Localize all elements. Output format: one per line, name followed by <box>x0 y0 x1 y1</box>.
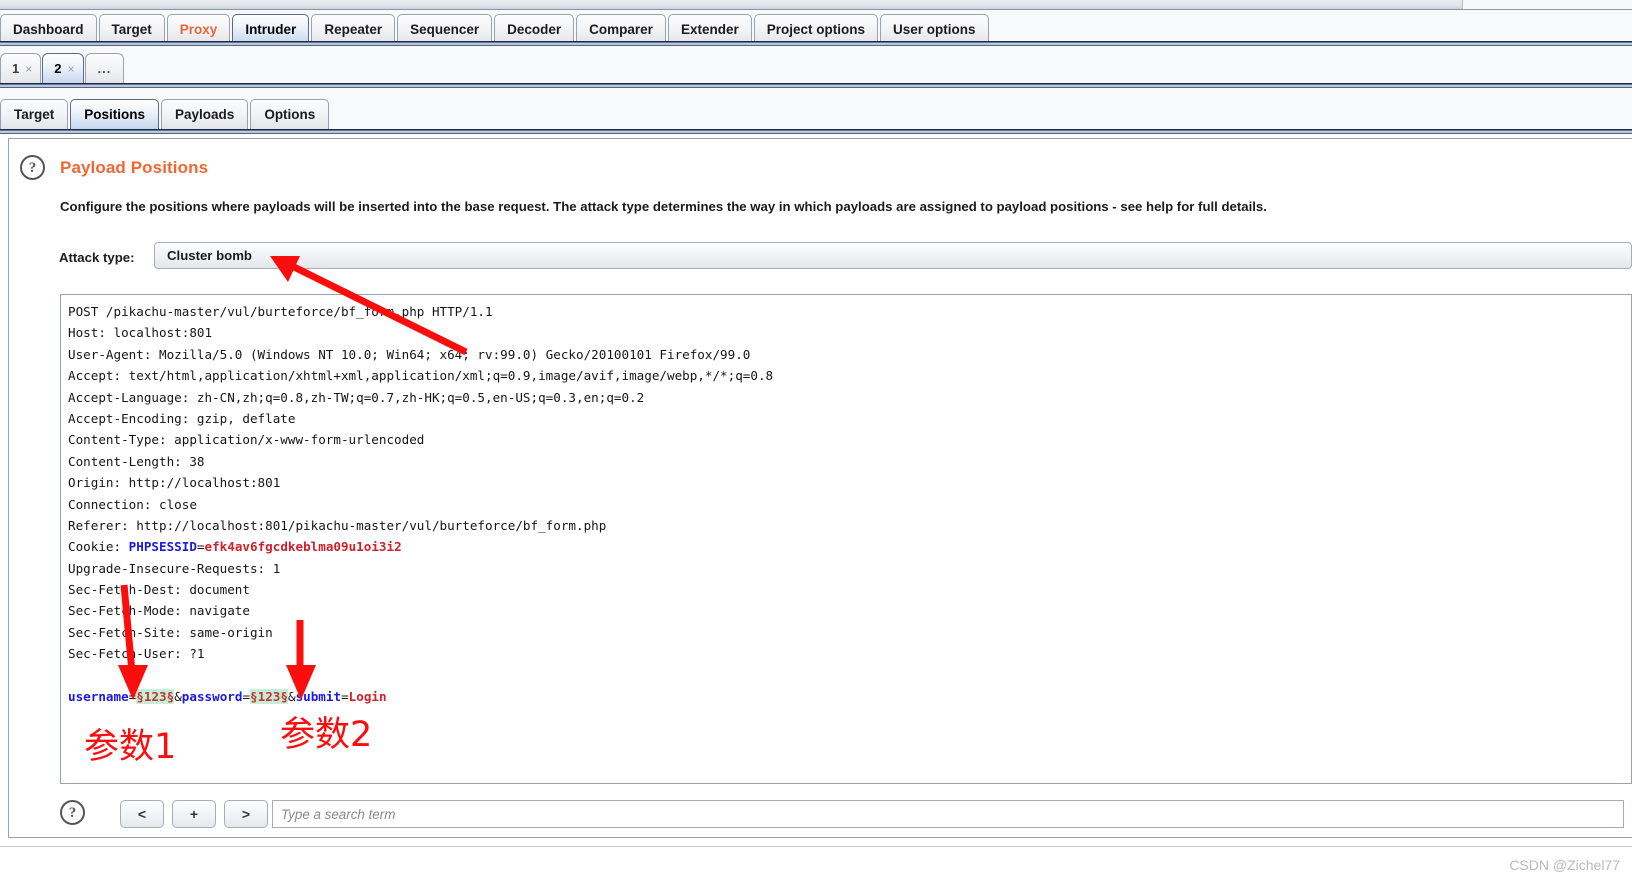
request-line: Sec-Fetch-Mode: navigate <box>68 600 773 621</box>
main-tab-proxy[interactable]: Proxy <box>166 14 231 44</box>
window-controls-area <box>1462 0 1632 9</box>
attack-tab-2[interactable]: 2 × <box>42 53 84 84</box>
request-line <box>68 665 773 686</box>
request-text-segment: Accept: text/html,application/xhtml+xml,… <box>68 368 774 384</box>
main-tab-decoder[interactable]: Decoder <box>494 14 575 44</box>
request-text-segment: Origin: http://localhost:801 <box>68 475 281 491</box>
main-tab-user-options[interactable]: User options <box>880 14 989 44</box>
request-text-segment: = <box>341 689 349 705</box>
sub-tab-positions[interactable]: Positions <box>70 99 160 129</box>
close-icon[interactable]: × <box>67 62 74 76</box>
search-input[interactable]: Type a search term <box>272 800 1624 828</box>
close-icon[interactable]: × <box>25 62 32 76</box>
request-line: Origin: http://localhost:801 <box>68 472 773 493</box>
main-tab-extender[interactable]: Extender <box>667 14 752 44</box>
attack-type-label: Attack type: <box>59 250 135 265</box>
request-line: Sec-Fetch-Site: same-origin <box>68 622 773 643</box>
main-tab-comparer[interactable]: Comparer <box>576 14 666 44</box>
next-position-button[interactable]: > <box>224 800 268 828</box>
request-text-segment: Referer: http://localhost:801/pikachu-ma… <box>68 517 607 533</box>
request-text-segment: PHPSESSID <box>128 539 197 555</box>
intruder-sub-tab-bar: Target Positions Payloads Options <box>0 88 1632 130</box>
request-text-segment: Sec-Fetch-Mode: navigate <box>68 603 250 619</box>
attack-type-dropdown[interactable]: Cluster bomb <box>154 242 1632 269</box>
main-tab-target[interactable]: Target <box>98 14 165 44</box>
request-text-segment: = <box>196 539 205 555</box>
payload-position-marker[interactable]: §123§ <box>136 689 175 705</box>
payload-positions-panel: ? Payload Positions Configure the positi… <box>8 138 1632 838</box>
param1-annotation-label: 参数1 <box>84 727 177 767</box>
request-line: Cookie: PHPSESSID=efk4av6fgcdkeblma09u1o… <box>68 536 773 557</box>
main-tab-dashboard[interactable]: Dashboard <box>0 14 97 44</box>
request-line: Referer: http://localhost:801/pikachu-ma… <box>68 515 773 536</box>
request-text-segment: = <box>242 689 251 705</box>
sub-tab-underline <box>0 129 1632 134</box>
attack-tab-1[interactable]: 1 × <box>0 53 42 84</box>
attack-tab-bar: 1 × 2 ×... <box>0 46 1632 84</box>
request-line: User-Agent: Mozilla/5.0 (Windows NT 10.0… <box>68 344 773 365</box>
request-text-segment: Accept-Encoding: gzip, deflate <box>68 410 296 426</box>
request-text-segment: Connection: close <box>68 496 197 512</box>
request-line: Sec-Fetch-User: ?1 <box>68 643 773 664</box>
request-line: Host: localhost:801 <box>68 322 773 343</box>
request-line: Accept-Language: zh-CN,zh;q=0.8,zh-TW;q=… <box>68 387 773 408</box>
attack-tab-label: 2 <box>54 61 62 76</box>
attack-tab-label: 1 <box>12 61 20 76</box>
request-text-segment: username <box>68 689 129 705</box>
footer-divider <box>0 846 1632 847</box>
request-text-segment: Host: localhost:801 <box>68 325 213 341</box>
help-icon[interactable]: ? <box>20 155 45 180</box>
request-line: Accept: text/html,application/xhtml+xml,… <box>68 365 773 386</box>
payload-position-marker[interactable]: §123§ <box>250 689 288 705</box>
sub-tab-target[interactable]: Target <box>0 99 69 129</box>
toolbar-help-icon[interactable]: ? <box>60 800 85 825</box>
request-line: Upgrade-Insecure-Requests: 1 <box>68 558 773 579</box>
page-title: Payload Positions <box>60 158 209 177</box>
param2-annotation-label: 参数2 <box>280 715 373 755</box>
sub-tab-payloads[interactable]: Payloads <box>161 99 249 129</box>
request-text-segment: Upgrade-Insecure-Requests: 1 <box>68 560 281 576</box>
add-position-button[interactable]: + <box>172 800 216 828</box>
request-text-segment: & <box>287 689 296 705</box>
request-line: Content-Length: 38 <box>68 451 773 472</box>
request-text-segment: User-Agent: Mozilla/5.0 (Windows NT 10.0… <box>68 346 751 362</box>
request-line: POST /pikachu-master/vul/burteforce/bf_f… <box>68 301 773 322</box>
request-text-segment: submit <box>295 689 342 705</box>
request-text-segment: Login <box>348 689 387 705</box>
request-text-segment: Sec-Fetch-Dest: document <box>68 582 250 598</box>
request-text-segment: Accept-Language: zh-CN,zh;q=0.8,zh-TW;q=… <box>68 389 645 405</box>
request-text-segment: & <box>174 689 182 705</box>
main-tab-bar: Dashboard Target Proxy Intruder Repeater Sequ… <box>0 10 1632 44</box>
request-text-segment: password <box>181 689 243 705</box>
request-text-segment: Sec-Fetch-User: ?1 <box>68 646 205 662</box>
request-text-segment: Content-Type: application/x-www-form-url… <box>68 432 425 448</box>
request-text-segment: efk4av6fgcdkeblma09u1oi3i2 <box>204 539 402 555</box>
request-line: Connection: close <box>68 494 773 515</box>
attack-tab-more[interactable]: ... <box>84 53 125 84</box>
request-text-segment: Content-Length: 38 <box>68 453 205 469</box>
request-text[interactable]: POST /pikachu-master/vul/burteforce/bf_f… <box>68 301 773 707</box>
request-line: Accept-Encoding: gzip, deflate <box>68 408 773 429</box>
window-title-strip <box>0 0 1632 10</box>
sub-tab-options[interactable]: Options <box>250 99 330 129</box>
panel-description: Configure the positions where payloads w… <box>60 199 1267 214</box>
watermark: CSDN @Zichel77 <box>1509 857 1620 873</box>
request-text-segment: Sec-Fetch-Site: same-origin <box>68 624 273 640</box>
request-text-segment: POST /pikachu-master/vul/burteforce/bf_f… <box>68 304 493 319</box>
request-line: Sec-Fetch-Dest: document <box>68 579 773 600</box>
request-line: username=§123§&password=§123§&submit=Log… <box>68 686 773 707</box>
main-tab-repeater[interactable]: Repeater <box>311 14 396 44</box>
main-tab-intruder[interactable]: Intruder <box>232 14 310 44</box>
main-tab-sequencer[interactable]: Sequencer <box>397 14 493 44</box>
previous-position-button[interactable]: < <box>120 800 164 828</box>
request-text-segment: Cookie: <box>68 539 129 555</box>
request-line: Content-Type: application/x-www-form-url… <box>68 429 773 450</box>
main-tab-project-options[interactable]: Project options <box>753 14 878 44</box>
